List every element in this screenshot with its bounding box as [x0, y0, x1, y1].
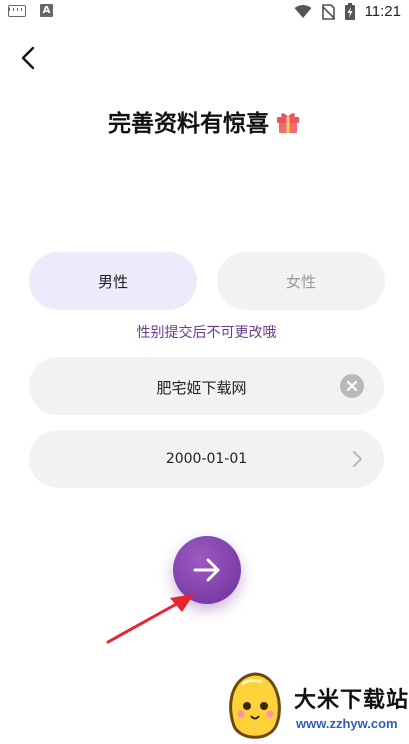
- watermark: 大米下载站 www.zzhyw.com: [222, 670, 409, 744]
- annotation-arrow: [106, 594, 194, 644]
- gender-female-label: 女性: [285, 272, 316, 291]
- arrow-right-icon: [193, 558, 220, 582]
- corn-mascot-icon: [229, 672, 281, 739]
- no-sim-icon: [321, 3, 335, 20]
- clear-button[interactable]: [340, 374, 364, 398]
- watermark-title: 大米下载站: [294, 688, 409, 713]
- gender-female-button[interactable]: 女性: [217, 252, 385, 310]
- watermark-url: www.zzhyw.com: [296, 716, 398, 731]
- nickname-input[interactable]: [69, 357, 334, 417]
- wifi-icon: [294, 4, 312, 18]
- keyboard-icon: [8, 4, 26, 17]
- nickname-field[interactable]: [29, 357, 384, 417]
- status-time: 11:21: [364, 3, 401, 20]
- battery-charging-icon: [344, 3, 355, 20]
- chevron-right-icon: [353, 451, 362, 467]
- birthday-value: 2000-01-01: [165, 451, 248, 467]
- gift-icon: [277, 112, 299, 133]
- birthday-field[interactable]: 2000-01-01: [29, 430, 384, 488]
- back-button[interactable]: [14, 44, 42, 72]
- gender-male-button[interactable]: 男性: [29, 252, 197, 310]
- chevron-left-icon: [21, 46, 35, 70]
- gender-note: 性别提交后不可更改哦: [136, 325, 277, 341]
- close-icon: [347, 381, 357, 391]
- page-title: 完善资料有惊喜: [0, 104, 409, 138]
- font-a-icon: A: [40, 4, 53, 17]
- status-bar: A 11:21: [0, 0, 409, 24]
- gender-male-label: 男性: [97, 272, 128, 291]
- page-title-text: 完善资料有惊喜: [108, 111, 269, 137]
